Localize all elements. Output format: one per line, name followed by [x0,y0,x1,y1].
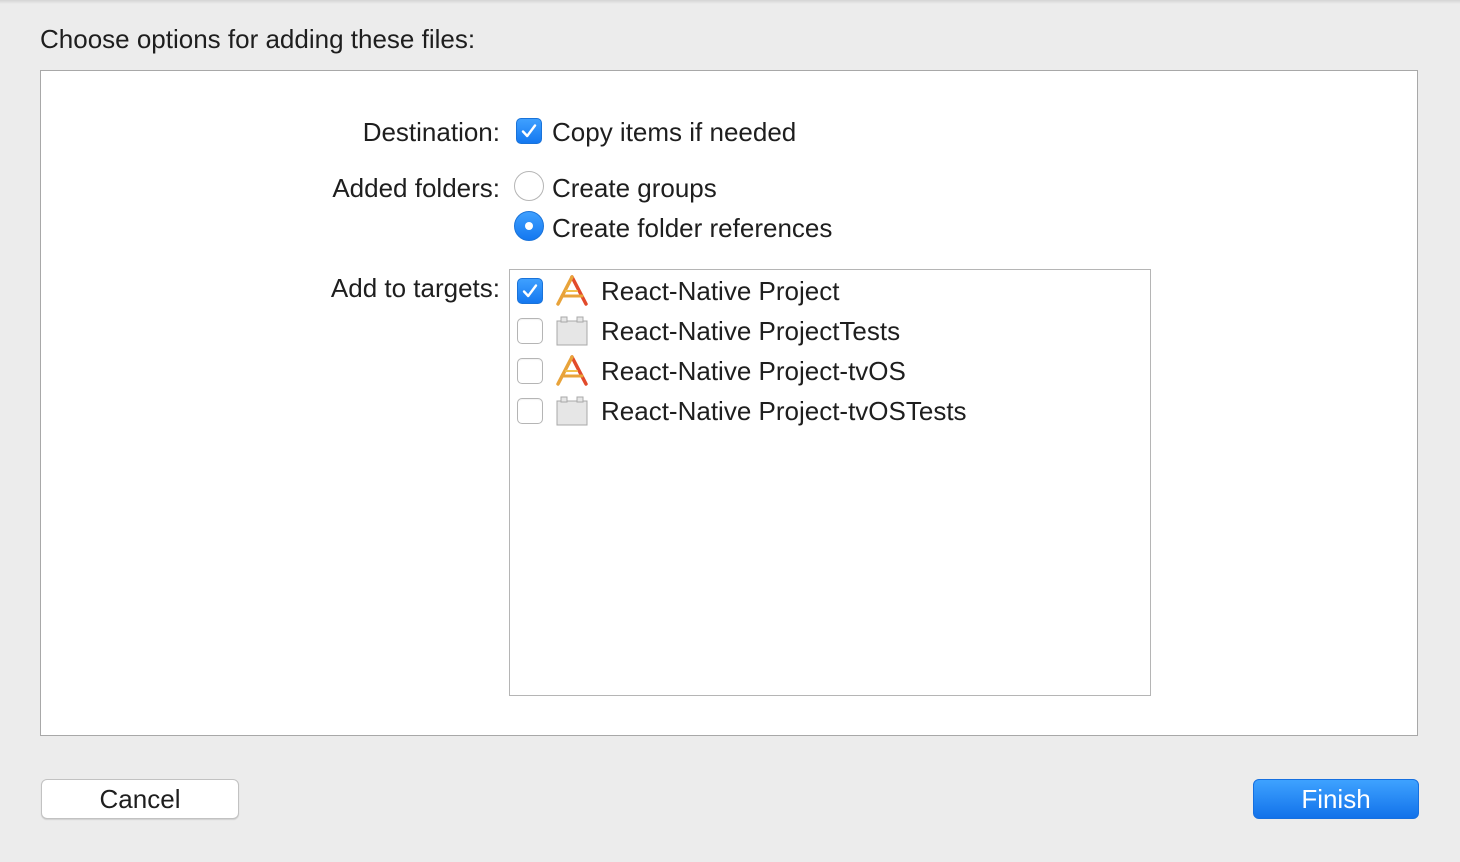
list-item[interactable]: React-Native Project-tvOSTests [510,391,1150,431]
test-bundle-icon [556,396,588,426]
added-folders-label: Added folders: [332,173,500,203]
create-folder-references-radio[interactable] [514,211,544,241]
add-to-targets-label: Add to targets: [330,273,500,303]
options-panel: Destination: Copy items if needed Added … [40,70,1418,736]
list-item[interactable]: React-Native ProjectTests [510,311,1150,351]
target-label: React-Native Project-tvOS [601,356,906,386]
finish-button[interactable]: Finish [1253,779,1419,819]
create-groups-label[interactable]: Create groups [552,171,717,205]
window-top-edge [0,0,1460,4]
add-files-dialog: Choose options for adding these files: D… [0,0,1460,862]
checkmark-icon [522,284,538,298]
copy-items-label[interactable]: Copy items if needed [552,115,796,149]
app-target-icon [556,355,588,386]
create-groups-radio[interactable] [514,171,544,201]
list-item[interactable]: React-Native Project-tvOS [510,351,1150,391]
dialog-header: Choose options for adding these files: [40,24,476,54]
create-folder-references-label[interactable]: Create folder references [552,211,832,245]
cancel-button[interactable]: Cancel [41,779,239,819]
target-label: React-Native Project-tvOSTests [601,396,967,426]
checkmark-icon [521,124,537,138]
radio-dot-icon [525,222,533,230]
copy-items-checkbox[interactable] [516,118,542,144]
test-bundle-icon [556,316,588,346]
target-label: React-Native Project [601,276,840,306]
target-label: React-Native ProjectTests [601,316,901,346]
target-checkbox[interactable] [517,358,543,384]
list-item[interactable]: React-Native Project [510,271,1150,311]
target-checkbox[interactable] [517,398,543,424]
target-checkbox[interactable] [517,278,543,304]
target-checkbox[interactable] [517,318,543,344]
destination-label: Destination: [362,117,500,147]
targets-list[interactable]: React-Native Project React-Native Projec… [509,269,1151,696]
app-target-icon [556,275,588,306]
